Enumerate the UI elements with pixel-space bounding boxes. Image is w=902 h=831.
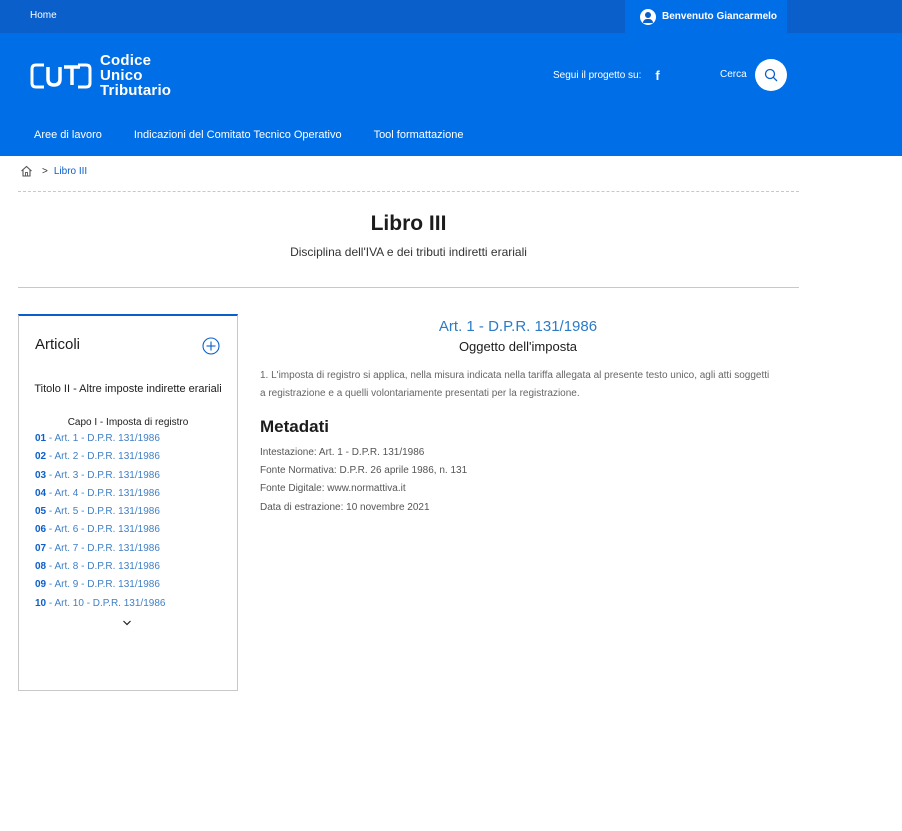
article-number: 09 — [35, 579, 47, 591]
page-title: Libro III — [370, 212, 447, 235]
site-header: Codice Unico Tributario Segui il progett… — [0, 33, 902, 156]
article-link[interactable]: - Art. 3 - D.P.R. 131/1986 — [46, 470, 160, 481]
page-subtitle: Disciplina dell'IVA e dei tributi indire… — [290, 245, 527, 259]
breadcrumb-divider — [18, 191, 799, 192]
logo-line-2: Unico — [100, 67, 143, 84]
article-number: 03 — [35, 469, 47, 481]
breadcrumb-separator: > — [42, 165, 48, 177]
top-bar: Home Benvenuto Giancarmelo — [0, 0, 902, 33]
article-link[interactable]: - Art. 7 - D.P.R. 131/1986 — [46, 543, 160, 554]
article-link[interactable]: - Art. 1 - D.P.R. 131/1986 — [46, 433, 160, 444]
home-link[interactable]: Home — [30, 10, 57, 21]
home-icon[interactable] — [20, 165, 33, 177]
article-list-item[interactable]: 10 - Art. 10 - D.P.R. 131/1986 — [35, 598, 165, 616]
article-list-item[interactable]: 04 - Art. 4 - D.P.R. 131/1986 — [35, 488, 165, 506]
article-list: 01 - Art. 1 - D.P.R. 131/1986 02 - Art. … — [35, 433, 165, 616]
article-list-item[interactable]: 03 - Art. 3 - D.P.R. 131/1986 — [35, 470, 165, 488]
article-number: 01 — [35, 433, 47, 444]
article-list-item[interactable]: 06 - Art. 6 - D.P.R. 131/1986 — [35, 524, 165, 542]
site-logo[interactable]: Codice Unico Tributario — [30, 53, 171, 98]
article-list-item[interactable]: 08 - Art. 8 - D.P.R. 131/1986 — [35, 561, 165, 579]
logo-line-1: Codice — [100, 52, 152, 69]
nav-aree-di-lavoro[interactable]: Aree di lavoro — [34, 129, 102, 141]
article-number: 06 — [35, 524, 47, 536]
logo-line-3: Tributario — [100, 82, 172, 99]
logo-text: Codice Unico Tributario — [100, 53, 171, 98]
facebook-icon[interactable]: f — [655, 68, 659, 83]
search-icon — [764, 68, 778, 82]
user-greeting: Benvenuto Giancarmelo — [662, 11, 778, 22]
article-number: 02 — [35, 451, 47, 463]
article-body: 1. L'imposta di registro si applica, nel… — [260, 370, 770, 399]
sidebar-heading: Articoli — [35, 336, 81, 353]
breadcrumb: > Libro III — [20, 165, 87, 177]
article-number: 10 — [35, 597, 47, 609]
social-label: Segui il progetto su: — [553, 70, 642, 81]
metadata-intestazione: Intestazione: Art. 1 - D.P.R. 131/1986 — [260, 447, 425, 458]
article-list-item[interactable]: 05 - Art. 5 - D.P.R. 131/1986 — [35, 506, 165, 524]
user-menu[interactable]: Benvenuto Giancarmelo — [625, 0, 787, 33]
article-subtitle: Oggetto dell'imposta — [458, 339, 578, 354]
nav-indicazioni-comitato[interactable]: Indicazioni del Comitato Tecnico Operati… — [134, 129, 342, 141]
chevron-down-icon[interactable] — [122, 619, 132, 627]
sidebar-titolo: Titolo II - Altre imposte indirette erar… — [34, 383, 222, 395]
articles-sidebar: Articoli Titolo II - Altre imposte indir… — [18, 314, 238, 691]
article-list-item[interactable]: 02 - Art. 2 - D.P.R. 131/1986 — [35, 451, 165, 469]
social-links: Segui il progetto su: f — [553, 68, 660, 83]
article-link[interactable]: - Art. 2 - D.P.R. 131/1986 — [46, 451, 160, 462]
article-number: 07 — [35, 542, 47, 554]
expand-plus-icon[interactable] — [202, 337, 220, 355]
article-number: 04 — [35, 487, 47, 499]
title-divider — [18, 287, 799, 288]
article-link[interactable]: - Art. 9 - D.P.R. 131/1986 — [46, 579, 160, 590]
metadata-list: Intestazione: Art. 1 - D.P.R. 131/1986 F… — [260, 444, 467, 517]
logo-mark-icon — [30, 63, 92, 88]
main-nav: Aree di lavoro Indicazioni del Comitato … — [34, 129, 495, 141]
article-title: Art. 1 - D.P.R. 131/1986 — [438, 318, 598, 335]
nav-tool-formattazione[interactable]: Tool formattazione — [374, 129, 464, 141]
metadata-data-estrazione: Data di estrazione: 10 novembre 2021 — [260, 501, 430, 513]
breadcrumb-current[interactable]: Libro III — [54, 166, 87, 177]
search-button[interactable] — [755, 59, 787, 91]
article-link[interactable]: - Art. 10 - D.P.R. 131/1986 — [46, 598, 166, 609]
article-number: 05 — [35, 506, 47, 518]
metadata-heading: Metadati — [260, 417, 329, 436]
article-link[interactable]: - Art. 5 - D.P.R. 131/1986 — [46, 506, 160, 517]
article-list-item[interactable]: 01 - Art. 1 - D.P.R. 131/1986 — [35, 433, 165, 451]
article-list-item[interactable]: 07 - Art. 7 - D.P.R. 131/1986 — [35, 543, 165, 561]
article-number: 08 — [35, 561, 47, 573]
metadata-fonte-normativa: Fonte Normativa: D.P.R. 26 aprile 1986, … — [260, 465, 468, 477]
article-list-item[interactable]: 09 - Art. 9 - D.P.R. 131/1986 — [35, 579, 165, 597]
sidebar-capo: Capo I - Imposta di registro — [67, 417, 189, 428]
metadata-fonte-digitale: Fonte Digitale: www.normattiva.it — [260, 483, 406, 495]
search-label: Cerca — [720, 69, 747, 80]
article-link[interactable]: - Art. 4 - D.P.R. 131/1986 — [46, 488, 160, 499]
article-link[interactable]: - Art. 8 - D.P.R. 131/1986 — [46, 561, 160, 572]
user-avatar-icon — [640, 8, 656, 25]
article-link[interactable]: - Art. 6 - D.P.R. 131/1986 — [46, 524, 160, 535]
